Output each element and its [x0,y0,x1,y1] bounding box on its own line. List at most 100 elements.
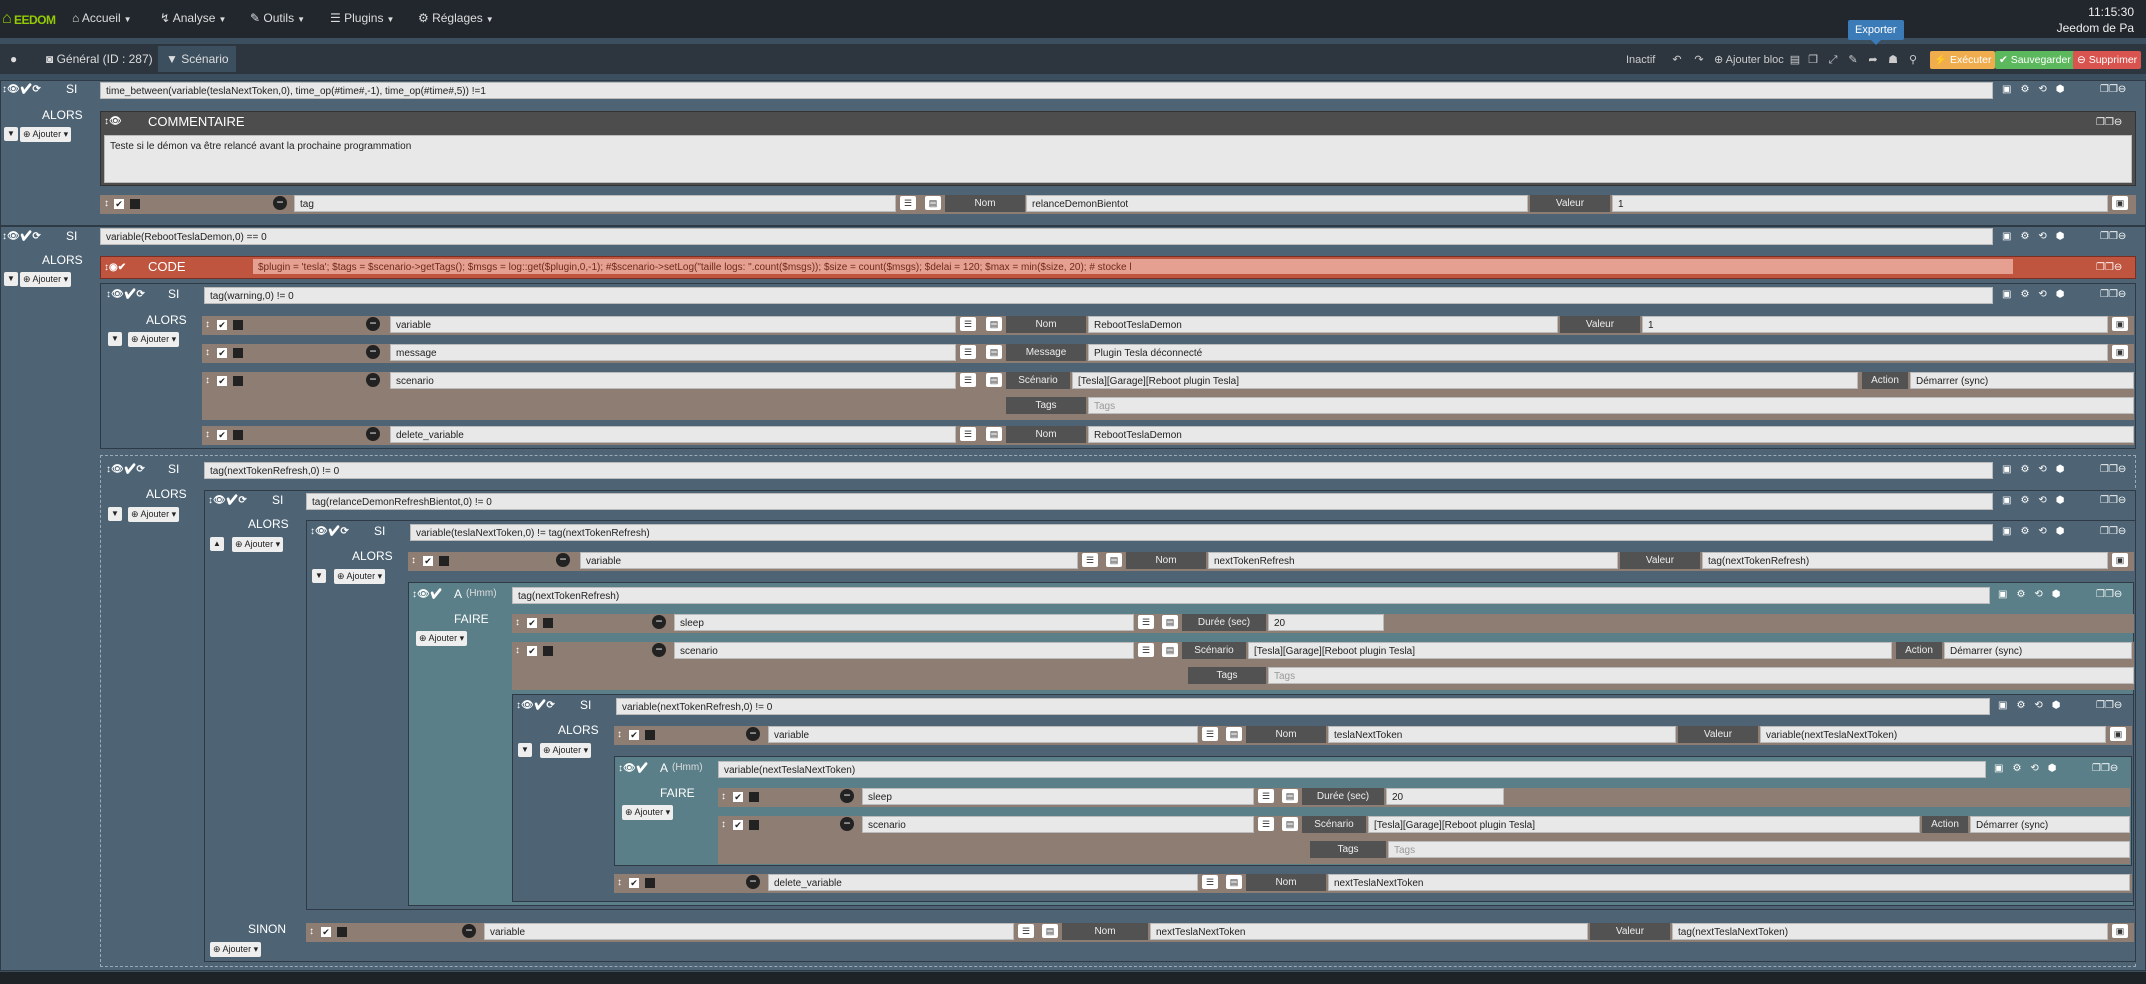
save-button[interactable]: ✔ Sauvegarder [1995,51,2075,69]
add-button[interactable]: ⊕ Ajouter ▾ [540,743,592,758]
list-icon[interactable]: ☰ [1082,553,1098,567]
parallel-checkbox[interactable] [130,199,140,209]
block-handle-icons[interactable]: ↕👁✔⟳ [516,700,555,711]
cmd-select-icon[interactable]: ▤ [1282,789,1298,803]
menu-accueil[interactable]: ⌂ Accueil ▼ [72,11,132,25]
copy-paste-remove-icons[interactable]: ❐❐⊖ [2100,84,2126,95]
remove-icon[interactable]: − [746,727,760,741]
copy-icon[interactable]: ❐ [1806,52,1820,68]
add-button[interactable]: ⊕ Ajouter ▾ [20,127,72,142]
file-icon[interactable]: ▤ [1788,52,1802,68]
condition-input[interactable]: variable(nextTeslaNextToken) [718,761,1986,778]
copy-paste-remove-icons[interactable]: ❐❐⊖ [2100,289,2126,300]
add-bloc-button[interactable]: ⊕ Ajouter bloc [1714,52,1784,68]
add-button[interactable]: ⊕ Ajouter ▾ [128,507,180,522]
enable-checkbox[interactable]: ✔ [321,927,331,937]
menu-outils[interactable]: ✎ Outils ▼ [250,11,305,25]
copy-paste-remove-icons[interactable]: ❐❐⊖ [2100,526,2126,537]
valeur-input[interactable]: tag(nextTokenRefresh) [1702,552,2108,569]
block-handle-icons[interactable]: ↕👁✔⟳ [310,526,349,537]
nom-input[interactable]: RebootTeslaDemon [1088,316,1558,333]
enable-checkbox[interactable]: ✔ [629,730,639,740]
add-button[interactable]: ⊕ Ajouter ▾ [416,631,468,646]
cmd-select-icon[interactable]: ▤ [1106,553,1122,567]
enable-checkbox[interactable]: ✔ [423,556,433,566]
move-icon[interactable]: ↕ [205,319,210,330]
list-icon[interactable]: ☰ [960,345,976,359]
add-button[interactable]: ⊕ Ajouter ▾ [232,537,284,552]
cmd-select-icon[interactable]: ▤ [1162,643,1178,657]
delete-button[interactable]: ⊖ Supprimer [2073,51,2142,69]
block-handle-icons[interactable]: ↕👁✔ [618,763,648,774]
chevron-down-icon[interactable]: ▼ [4,272,18,286]
nom-input[interactable]: teslaNextToken [1328,726,1676,743]
block-actions-icons[interactable]: ▣⚙⟲⬢ [2002,84,2074,95]
enable-checkbox[interactable]: ✔ [733,820,743,830]
move-icon[interactable]: ↕ [205,347,210,358]
move-icon[interactable]: ↕ [205,429,210,440]
tags-input[interactable]: Tags [1388,841,2130,858]
block-handle-icons[interactable]: ↕👁✔⟳ [208,495,247,506]
enable-checkbox[interactable]: ✔ [217,376,227,386]
cmd-select-icon[interactable]: ▤ [1162,615,1178,629]
block-actions-icons[interactable]: ▣⚙⟲⬢ [2002,231,2074,242]
enable-checkbox[interactable]: ✔ [217,430,227,440]
copy-paste-remove-icons[interactable]: ❐❐⊖ [2096,700,2122,711]
enable-checkbox[interactable]: ✔ [527,618,537,628]
options-icon[interactable]: ▣ [2112,196,2128,210]
options-icon[interactable]: ▣ [2110,727,2126,741]
add-button[interactable]: ⊕ Ajouter ▾ [210,942,262,957]
undo-icon[interactable]: ↶ [1670,52,1684,68]
scenario-select[interactable]: [Tesla][Garage][Reboot plugin Tesla] [1368,816,1920,833]
block-handle-icons[interactable]: ↕👁✔⟳ [106,289,145,300]
duration-input[interactable]: 20 [1386,788,1504,805]
command-input[interactable]: variable [768,726,1198,743]
message-input[interactable]: Plugin Tesla déconnecté [1088,344,2108,361]
parallel-checkbox[interactable] [543,618,553,628]
list-icon[interactable]: ☰ [960,427,976,441]
enable-checkbox[interactable]: ✔ [114,199,124,209]
list-icon[interactable]: ☰ [1018,924,1034,938]
block-handle-icons[interactable]: ↕👁✔⟳ [2,231,41,242]
remove-icon[interactable]: − [366,317,380,331]
move-icon[interactable]: ↕ [309,926,314,937]
tags-input[interactable]: Tags [1088,397,2134,414]
options-icon[interactable]: ▣ [2112,345,2128,359]
chevron-down-icon[interactable]: ▼ [312,569,326,583]
back-icon[interactable]: ● [10,52,17,66]
options-icon[interactable]: ▣ [2112,924,2128,938]
command-input[interactable]: scenario [674,642,1134,659]
enable-checkbox[interactable]: ✔ [629,878,639,888]
enable-checkbox[interactable]: ✔ [527,646,537,656]
action-select[interactable]: Démarrer (sync) [1910,372,2134,389]
add-button[interactable]: ⊕ Ajouter ▾ [128,332,180,347]
cmd-select-icon[interactable]: ▤ [986,345,1002,359]
list-icon[interactable]: ☰ [1202,875,1218,889]
block-actions-icons[interactable]: ▣⚙⟲⬢ [2002,464,2074,475]
tags-input[interactable]: Tags [1268,667,2134,684]
command-input[interactable]: scenario [390,372,956,389]
parallel-checkbox[interactable] [645,730,655,740]
block-handle-icons[interactable]: ↕👁✔ [412,589,442,600]
chevron-down-icon[interactable]: ▼ [108,507,122,521]
nom-input[interactable]: relanceDemonBientot [1026,195,1528,212]
block-actions-icons[interactable]: ▣⚙⟲⬢ [2002,289,2074,300]
edit-icon[interactable]: ✎ [1846,52,1860,68]
chevron-up-icon[interactable]: ▲ [210,537,224,551]
remove-icon[interactable]: − [366,345,380,359]
command-input[interactable]: variable [580,552,1078,569]
action-select[interactable]: Démarrer (sync) [1944,642,2132,659]
remove-icon[interactable]: − [462,924,476,938]
chevron-down-icon[interactable]: ▼ [518,743,532,757]
cmd-select-icon[interactable]: ▤ [1226,727,1242,741]
parallel-checkbox[interactable] [645,878,655,888]
command-input[interactable]: delete_variable [390,426,956,443]
condition-input[interactable]: time_between(variable(teslaNextToken,0),… [100,82,1993,99]
menu-plugins[interactable]: ☰ Plugins ▼ [330,11,394,25]
cmd-select-icon[interactable]: ▤ [986,317,1002,331]
list-icon[interactable]: ☰ [900,196,916,210]
parallel-checkbox[interactable] [233,320,243,330]
remove-icon[interactable]: − [840,789,854,803]
options-icon[interactable]: ▣ [2112,317,2128,331]
cmd-select-icon[interactable]: ▤ [1282,817,1298,831]
